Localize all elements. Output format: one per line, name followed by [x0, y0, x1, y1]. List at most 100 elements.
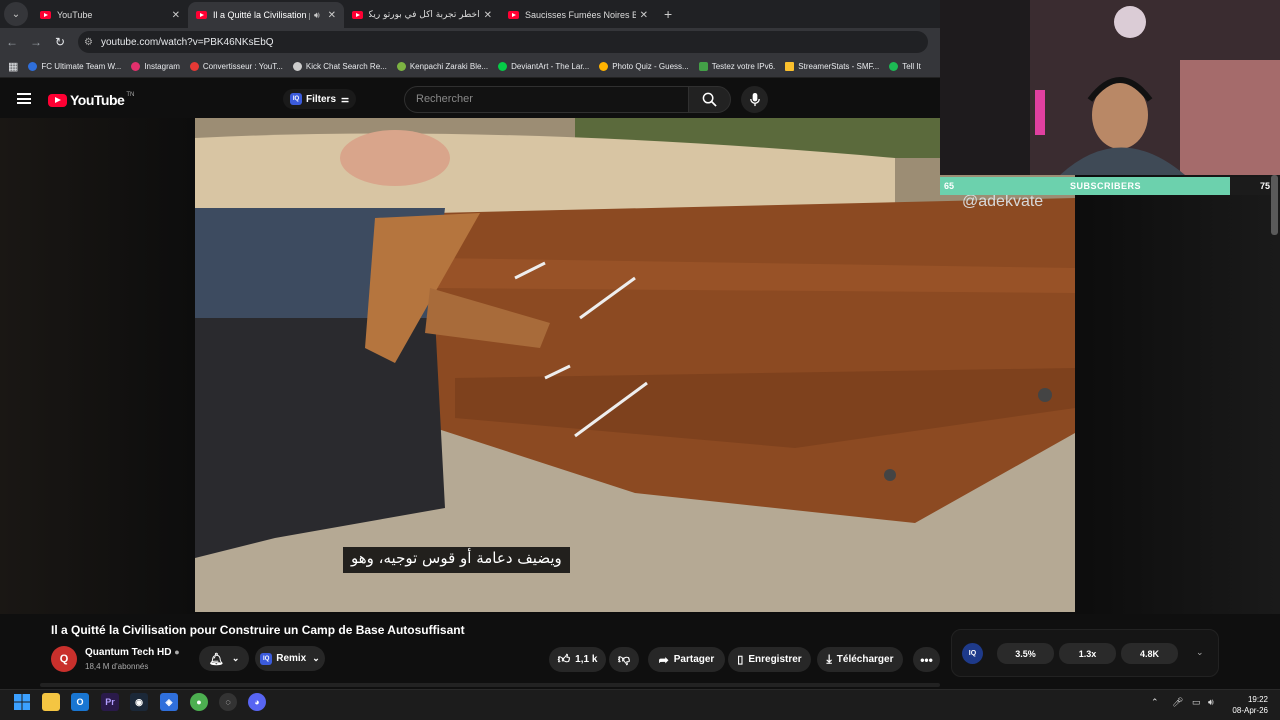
forward-arrow-icon[interactable]: →: [24, 35, 48, 49]
video-title: Il a Quitté la Civilisation pour Constru…: [51, 623, 465, 637]
bookmark-label: Instagram: [144, 62, 180, 71]
address-bar[interactable]: ⚙ youtube.com/watch?v=PBK46NKsEbQ: [78, 31, 928, 53]
hamburger-menu-icon[interactable]: [17, 93, 31, 104]
bookmarks-bar: ▦ FC Ultimate Team W... Instagram Conver…: [0, 56, 940, 78]
bookmark[interactable]: Photo Quiz - Guess...: [599, 62, 689, 71]
webcam-overlay: [940, 0, 1280, 175]
bookmark[interactable]: Instagram: [131, 62, 180, 71]
search-input[interactable]: Rechercher: [404, 86, 689, 113]
outlook-icon[interactable]: O: [71, 693, 89, 711]
bookmark-favicon-icon: [396, 62, 406, 71]
obs-icon[interactable]: ◌: [219, 693, 237, 711]
close-tab-icon[interactable]: ✕: [640, 10, 648, 21]
youtube-logo[interactable]: YouTube TN: [48, 92, 134, 108]
iq-stat-engagement: 3.5%: [997, 643, 1054, 664]
bookmark-label: Convertisseur : YouT...: [202, 62, 283, 71]
bookmark-label: DeviantArt - The Lar...: [511, 62, 590, 71]
browser-tab[interactable]: YouTube ✕: [32, 2, 188, 28]
filters-button[interactable]: IQ Filters ⚌: [283, 89, 357, 109]
bookmark-favicon-icon: [28, 62, 38, 71]
bookmark[interactable]: Kick Chat Search Re...: [292, 62, 387, 71]
subscriber-goal: 75: [1259, 181, 1270, 191]
bookmark-label: Photo Quiz - Guess...: [612, 62, 689, 71]
browser-tab[interactable]: Saucisses Fumées Noires Bushcraft ✕: [500, 2, 656, 28]
tab-search-chevron-icon[interactable]: ⌄: [4, 2, 28, 26]
back-arrow-icon[interactable]: ←: [0, 35, 24, 49]
steam-icon[interactable]: ◉: [130, 693, 148, 711]
tab-title: Il a Quitté la Civilisation pour: [213, 10, 310, 20]
voice-search-button[interactable]: [741, 86, 768, 113]
remix-button[interactable]: IQ Remix ⌄: [255, 646, 325, 671]
search-button[interactable]: [688, 86, 731, 113]
chrome-icon[interactable]: ●: [190, 693, 208, 711]
download-button[interactable]: ⤓ Télécharger: [817, 647, 903, 672]
close-tab-icon[interactable]: ✕: [328, 10, 336, 21]
like-count: 1,1 k: [575, 654, 598, 665]
site-info-icon[interactable]: ⚙: [84, 37, 93, 48]
bookmark[interactable]: Testez votre IPv6.: [698, 62, 775, 71]
windows-start-icon[interactable]: [13, 693, 31, 711]
bookmark-label: Kick Chat Search Re...: [305, 62, 387, 71]
channel-name[interactable]: Quantum Tech HD ●: [85, 647, 180, 658]
close-tab-icon[interactable]: ✕: [172, 10, 180, 21]
tab-title: Saucisses Fumées Noires Bushcraft: [525, 10, 636, 20]
bookmark-favicon-icon: [189, 62, 199, 71]
bookmark[interactable]: FC Ultimate Team W...: [28, 62, 121, 71]
browser-tab-active[interactable]: Il a Quitté la Civilisation pour 🔊︎ ✕: [188, 2, 344, 28]
tab-title: أخطر تجربة أكل في بورتو ريكو...: [369, 10, 480, 20]
bookmark[interactable]: StreamerStats - SMF...: [785, 62, 879, 71]
webcam-image: [940, 0, 1280, 175]
iq-expand-chevron-icon[interactable]: ⌄: [1196, 647, 1204, 658]
tray-volume-icon[interactable]: 🔊︎: [1208, 697, 1214, 708]
premiere-pro-icon[interactable]: Pr: [101, 693, 119, 711]
speaker-icon[interactable]: 🔊︎: [314, 10, 320, 21]
reload-icon[interactable]: ↻: [48, 35, 72, 49]
new-tab-button[interactable]: +: [664, 6, 672, 22]
tray-microphone-icon[interactable]: 🎤︎: [1172, 697, 1183, 708]
deviantart-icon: [498, 62, 508, 71]
tray-chevron-up-icon[interactable]: ⌃: [1151, 697, 1159, 708]
bookmark-label: FC Ultimate Team W...: [41, 62, 122, 71]
windows-logo: [14, 694, 30, 710]
dislike-button[interactable]: 👎︎: [609, 647, 639, 672]
share-button[interactable]: ➦ Partager: [648, 647, 725, 672]
channel-subscriber-count: 18,4 M d'abonnés: [85, 662, 149, 671]
iq-stat-views-per-hour: 4.8K: [1121, 643, 1178, 664]
clock-time: 19:22: [1247, 695, 1268, 704]
video-caption: ويضيف دعامة أو قوس توجيه، وهو: [343, 547, 570, 573]
app-icon[interactable]: ◈: [160, 693, 178, 711]
bookmark[interactable]: Convertisseur : YouT...: [189, 62, 283, 71]
browser-tab[interactable]: أخطر تجربة أكل في بورتو ريكو... ✕: [344, 2, 500, 28]
youtube-header: YouTube TN IQ Filters ⚌ Rechercher: [0, 80, 940, 118]
iq-logo-icon[interactable]: IQ: [962, 643, 983, 664]
download-label: Télécharger: [836, 654, 894, 665]
apps-grid-icon[interactable]: ▦: [8, 60, 18, 73]
tray-network-icon[interactable]: ▭: [1192, 697, 1201, 708]
bookmark[interactable]: DeviantArt - The Lar...: [498, 62, 589, 71]
thumbs-down-icon: 👎︎: [617, 652, 631, 666]
file-explorer-icon[interactable]: [42, 693, 60, 711]
youtube-favicon-icon: [40, 11, 51, 19]
page-scrollbar[interactable]: [1271, 175, 1278, 235]
more-actions-button[interactable]: •••: [913, 647, 940, 672]
iq-extension-icon: IQ: [260, 652, 273, 665]
browser-tab-strip: ⌄ YouTube ✕ Il a Quitté la Civilisation …: [0, 0, 940, 28]
notifications-button[interactable]: 🔔︎ ⌄: [199, 646, 249, 671]
verified-icon: ●: [174, 647, 180, 657]
tab-title: YouTube: [57, 10, 93, 20]
clock-date: 08-Apr-26: [1232, 706, 1268, 715]
bar-chart-icon: [785, 62, 795, 71]
logo-text: YouTube: [70, 92, 125, 108]
bookmark[interactable]: Kenpachi Zaraki Ble...: [396, 62, 488, 71]
like-button[interactable]: 👍︎ 1,1 k: [549, 647, 606, 672]
filters-label: Filters: [306, 93, 337, 105]
save-button[interactable]: ▯ Enregistrer: [728, 647, 811, 672]
channel-avatar[interactable]: Q: [51, 646, 77, 672]
spotify-icon: [889, 62, 899, 71]
discord-icon[interactable]: ◕: [248, 693, 266, 711]
bell-icon: 🔔︎: [208, 651, 224, 666]
bookmark[interactable]: Tell It: [889, 62, 921, 71]
search-icon: [702, 92, 717, 107]
close-tab-icon[interactable]: ✕: [484, 10, 492, 21]
taskbar-clock[interactable]: 19:22 08-Apr-26: [1232, 694, 1268, 716]
